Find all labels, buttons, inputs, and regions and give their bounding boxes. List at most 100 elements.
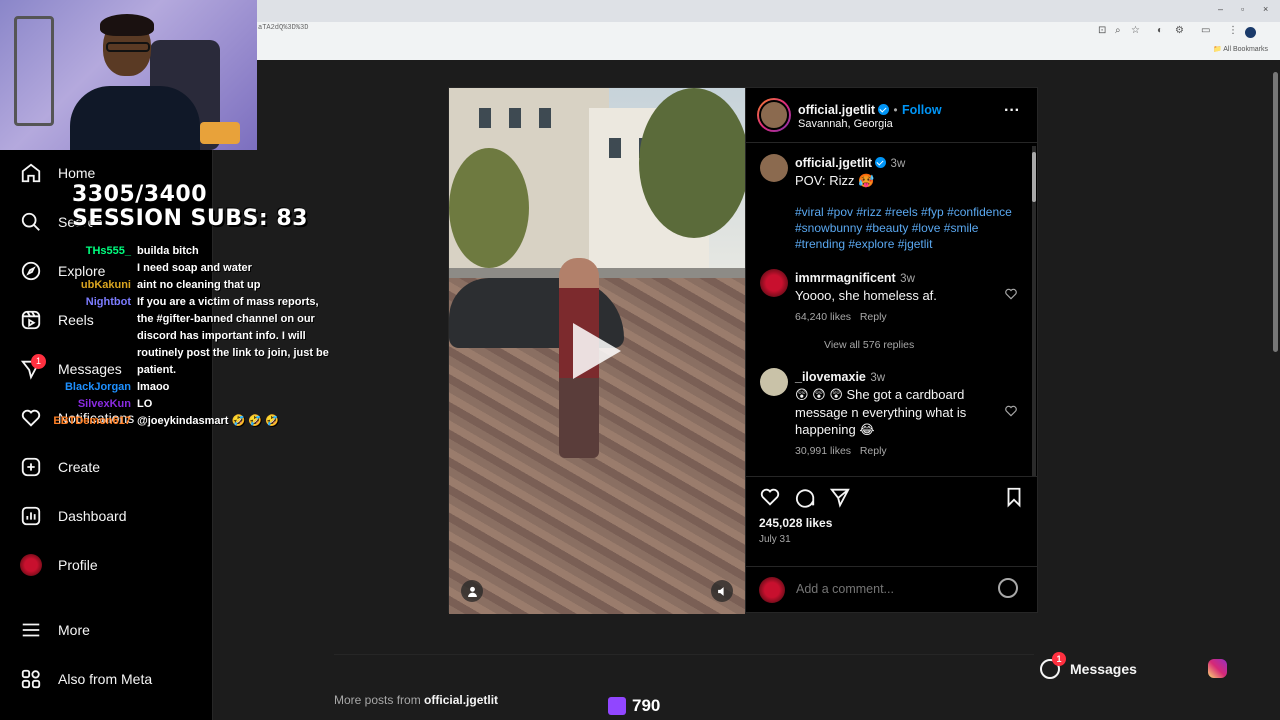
sidebar-item-create[interactable]: Create — [18, 454, 100, 480]
post-location[interactable]: Savannah, Georgia — [798, 118, 893, 130]
caption-avatar[interactable] — [760, 154, 788, 182]
home-icon — [18, 160, 44, 186]
search-icon — [18, 209, 44, 235]
current-user-avatar — [759, 577, 785, 603]
video-window — [609, 138, 621, 158]
meta-grid-icon — [18, 666, 44, 692]
chat-user: BlackJorgan — [64, 381, 131, 393]
comments-scrollbar[interactable] — [1032, 146, 1036, 476]
separator-dot: • — [893, 105, 898, 117]
sidepanel-icon[interactable]: ▭ — [1201, 25, 1210, 36]
commenter-avatar[interactable] — [760, 269, 788, 297]
like-icon[interactable] — [759, 486, 781, 508]
background-object — [200, 122, 240, 144]
chat-user: ubKakuni — [80, 279, 131, 291]
glasses — [106, 42, 150, 52]
chat-text: lmaoo — [137, 381, 170, 393]
comment-likes[interactable]: 30,991 likes — [795, 445, 851, 457]
comment-like-icon[interactable] — [1004, 287, 1018, 301]
emoji-icon[interactable] — [998, 578, 1018, 598]
profile-avatar-icon[interactable] — [1245, 27, 1256, 38]
chat-message: I need soap and water — [8, 260, 338, 277]
caption-text: POV: Rizz 🥵 — [795, 173, 875, 188]
reel-video[interactable] — [449, 88, 745, 614]
share-icon[interactable] — [829, 486, 851, 508]
messages-floating-button[interactable]: 1 Messages — [1040, 652, 1240, 682]
messages-label: Messages — [1070, 661, 1137, 677]
chat-message: THs555_ builda bitch — [8, 243, 338, 260]
sidebar-item-profile[interactable]: Profile — [18, 552, 98, 578]
maximize-icon[interactable]: ▫ — [1241, 4, 1244, 14]
add-comment-bar — [746, 566, 1038, 612]
address-bar[interactable]: aTA2dQ%3D%3D — [258, 24, 308, 32]
extension-icon[interactable]: ◐ — [1157, 25, 1163, 36]
sidebar-item-label: Home — [58, 165, 96, 181]
post-side-panel: official.jgetlit • Follow Savannah, Geor… — [745, 88, 1038, 612]
more-options-icon[interactable]: ··· — [1004, 102, 1020, 120]
video-window — [539, 108, 551, 128]
chat-message: ubKakuni aint no cleaning that up — [8, 277, 338, 294]
comment-input[interactable] — [796, 579, 986, 599]
cat-tree — [14, 16, 54, 126]
comment-time: 3w — [900, 273, 915, 285]
sidebar-item-more[interactable]: More — [18, 617, 90, 643]
commenter-avatar[interactable] — [760, 368, 788, 396]
comment-username[interactable]: immrmagnificent — [795, 271, 896, 285]
comment-username[interactable]: _ilovemaxie — [795, 370, 866, 384]
close-icon[interactable]: × — [1263, 4, 1268, 14]
sidebar-item-label: Profile — [58, 557, 98, 573]
sidebar-item-label: More — [58, 622, 90, 638]
view-replies-button[interactable]: View all 576 replies — [824, 339, 914, 351]
instagram-icon[interactable] — [1208, 659, 1227, 678]
chat-text: If you are a victim of mass reports, the… — [137, 296, 329, 376]
chat-message: Nightbot If you are a victim of mass repo… — [8, 294, 338, 379]
comment-likes[interactable]: 64,240 likes — [795, 311, 851, 323]
comment-like-icon[interactable] — [1004, 404, 1018, 418]
caption-username[interactable]: official.jgetlit — [795, 156, 872, 170]
caption-hashtags[interactable]: #viral #pov #rizz #reels #fyp #confidenc… — [795, 204, 1025, 252]
comment: _ilovemaxie 3w 😲 😲 😲 She got a cardboard… — [795, 368, 995, 457]
more-posts-user[interactable]: official.jgetlit — [424, 693, 498, 707]
star-icon[interactable]: ☆ — [1131, 25, 1140, 36]
scrollbar-thumb[interactable] — [1032, 152, 1036, 202]
sub-count: 3305/3400 — [72, 182, 207, 207]
save-icon[interactable] — [1003, 486, 1025, 508]
author-username[interactable]: official.jgetlit — [798, 103, 875, 117]
page-scrollbar[interactable] — [1272, 62, 1279, 352]
all-bookmarks-label: All Bookmarks — [1223, 46, 1268, 53]
author-avatar[interactable] — [757, 98, 791, 132]
session-subs: SESSION SUBS: 83 — [72, 206, 308, 231]
divider — [746, 476, 1038, 477]
scrollbar-thumb[interactable] — [1273, 72, 1278, 352]
streamer-body — [70, 86, 200, 150]
chat-message: SilvexKun LO — [8, 396, 338, 413]
sidebar-item-also-from-meta[interactable]: Also from Meta — [18, 666, 152, 692]
caption: official.jgetlit 3w POV: Rizz 🥵 #viral #… — [795, 154, 1025, 252]
play-icon[interactable] — [573, 323, 621, 379]
tagged-user-icon[interactable] — [461, 580, 483, 602]
comment-meta: 30,991 likes Reply — [795, 445, 995, 457]
video-window — [509, 108, 521, 128]
reply-button[interactable]: Reply — [860, 445, 887, 457]
sidebar-item-label: Dashboard — [58, 508, 127, 524]
comment-text: 😲 😲 😲 She got a cardboard message n ever… — [795, 387, 967, 437]
follow-button[interactable]: Follow — [902, 103, 942, 117]
video-palm — [639, 88, 745, 238]
minimize-icon[interactable]: – — [1218, 4, 1223, 14]
chat-text: I need soap and water — [137, 262, 252, 274]
zoom-icon[interactable]: ⌕ — [1115, 25, 1121, 36]
likes-count[interactable]: 245,028 likes — [759, 516, 832, 530]
puzzle-icon[interactable]: ⚙ — [1175, 25, 1184, 36]
sub-goal-overlay: 3305/3400 SESSION SUBS: 83 — [72, 183, 308, 231]
mute-icon[interactable] — [711, 580, 733, 602]
reply-button[interactable]: Reply — [860, 311, 887, 323]
install-icon[interactable]: ⊡ — [1098, 25, 1106, 36]
post-modal: official.jgetlit • Follow Savannah, Geor… — [448, 87, 1038, 614]
comment-icon[interactable] — [794, 486, 816, 508]
sidebar-item-dashboard[interactable]: Dashboard — [18, 503, 127, 529]
sidebar-item-label: Also from Meta — [58, 671, 153, 687]
menu-icon[interactable]: ⋮ — [1228, 25, 1238, 36]
bits-value: 790 — [632, 696, 661, 715]
all-bookmarks[interactable]: 📁 All Bookmarks — [1213, 45, 1268, 53]
dashboard-icon — [18, 503, 44, 529]
